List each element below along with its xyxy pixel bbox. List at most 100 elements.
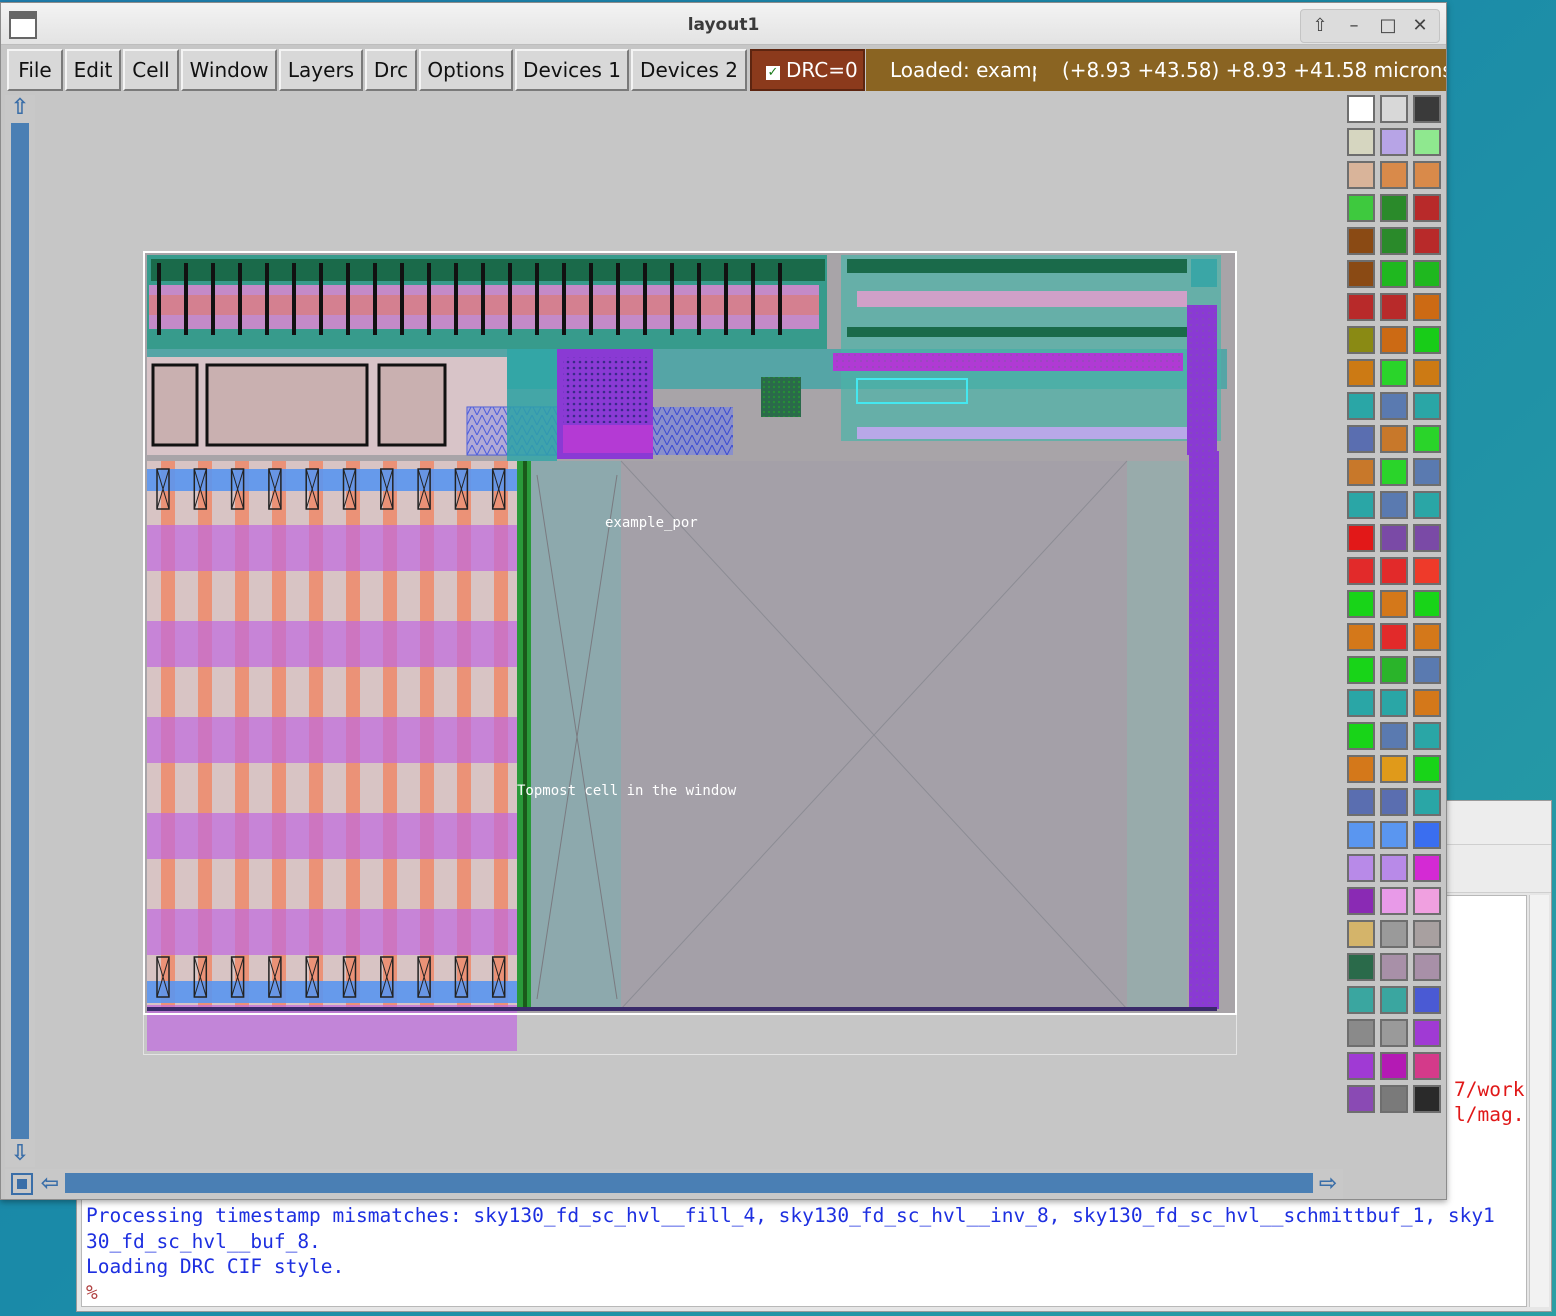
menu-window[interactable]: Window <box>181 49 277 91</box>
layer-swatch[interactable] <box>1380 821 1408 849</box>
layer-swatch[interactable] <box>1413 491 1441 519</box>
layer-swatch[interactable] <box>1413 392 1441 420</box>
console-prompt[interactable]: % <box>86 1280 98 1306</box>
layer-swatch[interactable] <box>1380 293 1408 321</box>
layer-swatch[interactable] <box>1413 128 1441 156</box>
layer-swatch[interactable] <box>1380 326 1408 354</box>
layer-swatch[interactable] <box>1347 920 1375 948</box>
layer-swatch[interactable] <box>1347 788 1375 816</box>
layer-swatch[interactable] <box>1413 260 1441 288</box>
layer-swatch[interactable] <box>1413 656 1441 684</box>
layer-swatch[interactable] <box>1347 260 1375 288</box>
layer-swatch[interactable] <box>1347 359 1375 387</box>
layer-swatch[interactable] <box>1347 854 1375 882</box>
layer-swatch[interactable] <box>1380 425 1408 453</box>
maximize-icon[interactable]: □ <box>1373 13 1403 39</box>
layer-swatch[interactable] <box>1413 590 1441 618</box>
layer-swatch[interactable] <box>1413 95 1441 123</box>
layer-swatch[interactable] <box>1347 986 1375 1014</box>
vertical-scroll-thumb[interactable] <box>11 123 29 1139</box>
layer-swatch[interactable] <box>1413 755 1441 783</box>
layer-swatch[interactable] <box>1380 359 1408 387</box>
layer-swatch[interactable] <box>1413 359 1441 387</box>
layer-swatch[interactable] <box>1347 1052 1375 1080</box>
layer-swatch[interactable] <box>1347 491 1375 519</box>
layer-swatch[interactable] <box>1380 656 1408 684</box>
layer-swatch[interactable] <box>1413 293 1441 321</box>
layer-swatch[interactable] <box>1380 1052 1408 1080</box>
layer-swatch[interactable] <box>1347 425 1375 453</box>
layer-swatch[interactable] <box>1347 590 1375 618</box>
console-scrollbar[interactable] <box>1529 895 1549 1307</box>
menu-drc[interactable]: Drc <box>365 49 417 91</box>
layer-swatch[interactable] <box>1347 887 1375 915</box>
layer-swatch[interactable] <box>1413 1052 1441 1080</box>
layer-swatch[interactable] <box>1380 722 1408 750</box>
scroll-down-icon[interactable]: ⇩ <box>7 1141 33 1167</box>
menu-cell[interactable]: Cell <box>123 49 179 91</box>
layer-swatch[interactable] <box>1347 623 1375 651</box>
menu-layers[interactable]: Layers <box>279 49 363 91</box>
horizontal-scroll-thumb[interactable] <box>65 1173 1313 1193</box>
layer-swatch[interactable] <box>1413 1019 1441 1047</box>
layer-swatch[interactable] <box>1380 194 1408 222</box>
vertical-scrollbar[interactable]: ⇧ ⇩ <box>5 95 35 1167</box>
layer-swatch[interactable] <box>1380 986 1408 1014</box>
layer-swatch[interactable] <box>1380 491 1408 519</box>
layer-swatch[interactable] <box>1380 128 1408 156</box>
menu-devices-2[interactable]: Devices 2 <box>631 49 747 91</box>
layer-swatch[interactable] <box>1413 524 1441 552</box>
layer-swatch[interactable] <box>1347 95 1375 123</box>
layer-swatch[interactable] <box>1413 1085 1441 1113</box>
layer-swatch[interactable] <box>1380 590 1408 618</box>
minimize-icon[interactable]: – <box>1339 13 1369 39</box>
layer-swatch[interactable] <box>1413 953 1441 981</box>
layer-swatch[interactable] <box>1413 788 1441 816</box>
drc-toggle[interactable]: ✓ DRC=0 <box>750 49 865 91</box>
layer-swatch[interactable] <box>1380 161 1408 189</box>
layer-swatch[interactable] <box>1380 755 1408 783</box>
layer-swatch[interactable] <box>1413 161 1441 189</box>
layer-swatch[interactable] <box>1413 887 1441 915</box>
layer-swatch[interactable] <box>1380 920 1408 948</box>
layer-swatch[interactable] <box>1347 293 1375 321</box>
layer-swatch[interactable] <box>1413 557 1441 585</box>
layer-swatch[interactable] <box>1413 722 1441 750</box>
layer-swatch[interactable] <box>1380 953 1408 981</box>
layer-swatch[interactable] <box>1380 854 1408 882</box>
layer-swatch[interactable] <box>1413 425 1441 453</box>
layer-swatch[interactable] <box>1347 326 1375 354</box>
layer-swatch[interactable] <box>1380 887 1408 915</box>
layer-swatch[interactable] <box>1413 458 1441 486</box>
layer-swatch[interactable] <box>1347 821 1375 849</box>
layer-swatch[interactable] <box>1413 194 1441 222</box>
checkbox-icon[interactable]: ✓ <box>766 66 780 80</box>
layer-swatch[interactable] <box>1380 458 1408 486</box>
layer-swatch[interactable] <box>1347 458 1375 486</box>
cell-bounding-box[interactable] <box>143 251 1237 1015</box>
layer-swatch[interactable] <box>1347 524 1375 552</box>
layer-swatch[interactable] <box>1380 392 1408 420</box>
titlebar[interactable]: layout1 ⇧ – □ ✕ <box>1 3 1446 45</box>
layer-swatch[interactable] <box>1347 128 1375 156</box>
layer-swatch[interactable] <box>1347 656 1375 684</box>
layer-swatch[interactable] <box>1413 227 1441 255</box>
layer-swatch[interactable] <box>1347 689 1375 717</box>
scroll-up-icon[interactable]: ⇧ <box>7 95 33 121</box>
layer-swatch[interactable] <box>1413 986 1441 1014</box>
layer-swatch[interactable] <box>1413 821 1441 849</box>
layer-swatch[interactable] <box>1413 623 1441 651</box>
layer-swatch[interactable] <box>1347 722 1375 750</box>
layer-swatch[interactable] <box>1347 1085 1375 1113</box>
scroll-right-icon[interactable]: ⇨ <box>1315 1171 1341 1197</box>
layer-swatch[interactable] <box>1380 623 1408 651</box>
zoom-box-icon[interactable] <box>11 1173 33 1195</box>
layer-swatch[interactable] <box>1380 95 1408 123</box>
layer-swatch[interactable] <box>1347 755 1375 783</box>
layer-swatch[interactable] <box>1413 920 1441 948</box>
layer-swatch[interactable] <box>1347 392 1375 420</box>
layer-swatch[interactable] <box>1347 953 1375 981</box>
horizontal-scrollbar[interactable]: ⇦ ⇨ <box>5 1169 1343 1199</box>
layer-swatch[interactable] <box>1347 1019 1375 1047</box>
layer-swatch[interactable] <box>1380 1085 1408 1113</box>
